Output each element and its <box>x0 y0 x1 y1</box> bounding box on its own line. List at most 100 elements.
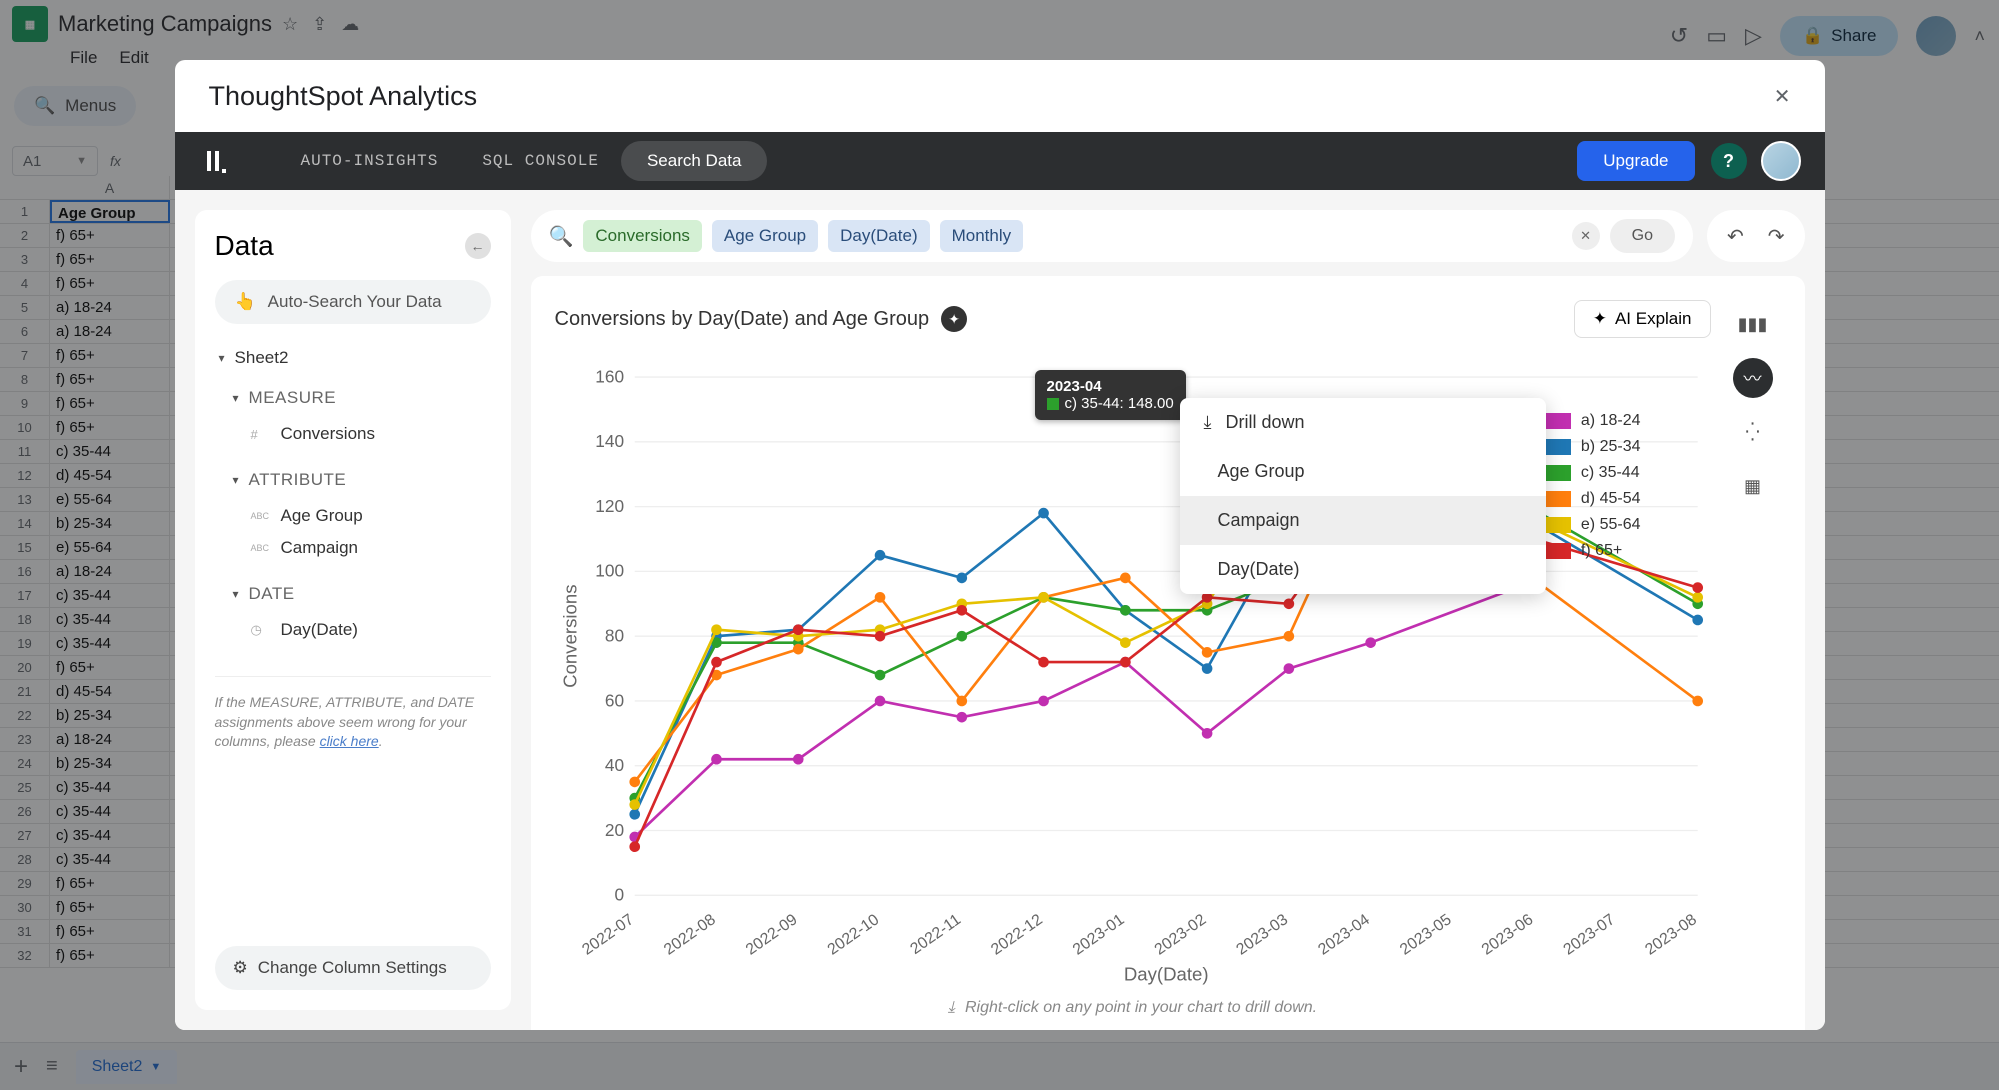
autosearch-button[interactable]: 👆 Auto-Search Your Data <box>215 280 491 324</box>
measure-label: MEASURE <box>249 388 337 408</box>
tree-sheet[interactable]: ▾ Sheet2 <box>215 338 491 378</box>
ctx-drill-down[interactable]: ⤓ Drill down <box>1180 398 1546 447</box>
chart-type-table-icon[interactable]: ▦ <box>1733 466 1773 506</box>
tooltip-value: c) 35-44: 148.00 <box>1047 395 1174 412</box>
nav-auto-insights[interactable]: AUTO-INSIGHTS <box>279 152 461 170</box>
ts-navbar: AUTO-INSIGHTS SQL CONSOLE Search Data Up… <box>175 132 1825 190</box>
close-icon[interactable]: ✕ <box>1774 84 1791 109</box>
chevron-down-icon: ▾ <box>233 473 239 487</box>
svg-text:2022-10: 2022-10 <box>824 911 882 959</box>
ctx-campaign[interactable]: Campaign <box>1180 496 1546 545</box>
tree-date-section[interactable]: ▾ DATE <box>215 574 491 614</box>
svg-text:160: 160 <box>595 366 624 386</box>
go-button[interactable]: Go <box>1610 219 1675 253</box>
gear-icon: ⚙ <box>233 958 248 978</box>
nav-sql-console[interactable]: SQL CONSOLE <box>460 152 621 170</box>
column-settings-button[interactable]: ⚙ Change Column Settings <box>215 946 491 990</box>
attribute-campaign[interactable]: ABC Campaign <box>215 532 491 564</box>
attribute-age-group[interactable]: ABC Age Group <box>215 500 491 532</box>
attribute-item: Campaign <box>281 538 359 558</box>
pill-monthly[interactable]: Monthly <box>940 220 1024 252</box>
measure-conversions[interactable]: # Conversions <box>215 418 491 450</box>
svg-text:Conversions: Conversions <box>559 584 580 687</box>
nav-search-data[interactable]: Search Data <box>621 141 768 181</box>
chart-area[interactable]: 0204060801001201401602022-072022-082022-… <box>555 348 1711 991</box>
svg-text:2023-06: 2023-06 <box>1478 911 1536 959</box>
chart-container: Conversions by Day(Date) and Age Group ✦… <box>531 276 1805 1030</box>
pill-conversions[interactable]: Conversions <box>583 220 702 252</box>
svg-text:100: 100 <box>595 561 624 581</box>
undo-icon[interactable]: ↶ <box>1727 224 1744 249</box>
abc-icon: ABC <box>251 543 271 553</box>
measure-item: Conversions <box>281 424 376 444</box>
chart-type-rail: ▮▮▮ 〰 ⁛ ▦ <box>1725 300 1781 1025</box>
svg-text:0: 0 <box>614 885 624 905</box>
search-row: 🔍 Conversions Age Group Day(Date) Monthl… <box>531 210 1805 262</box>
star-button-icon[interactable]: ✦ <box>941 306 967 332</box>
svg-text:2022-09: 2022-09 <box>742 911 800 959</box>
context-menu: ⤓ Drill down Age Group Campaign Day(Date… <box>1180 398 1546 594</box>
svg-text:2023-01: 2023-01 <box>1069 911 1127 959</box>
date-label: DATE <box>249 584 295 604</box>
chart-type-bar-icon[interactable]: ▮▮▮ <box>1733 304 1773 344</box>
svg-text:20: 20 <box>604 820 623 840</box>
redo-icon[interactable]: ↷ <box>1768 224 1785 249</box>
chart-title: Conversions by Day(Date) and Age Group ✦ <box>555 306 968 332</box>
chart-type-scatter-icon[interactable]: ⁛ <box>1733 412 1773 452</box>
chevron-down-icon: ▾ <box>233 587 239 601</box>
cursor-icon: 👆 <box>235 292 256 312</box>
upgrade-button[interactable]: Upgrade <box>1577 141 1694 181</box>
data-panel: Data ← 👆 Auto-Search Your Data ▾ Sheet2 … <box>195 210 511 1010</box>
hint-text: If the MEASURE, ATTRIBUTE, and DATE assi… <box>215 676 491 752</box>
ai-explain-button[interactable]: ✦ AI Explain <box>1574 300 1711 338</box>
chart-type-line-icon[interactable]: 〰 <box>1733 358 1773 398</box>
search-icon: 🔍 <box>549 224 574 249</box>
svg-text:80: 80 <box>604 625 623 645</box>
hint-link[interactable]: click here <box>320 733 379 749</box>
download-icon: ⤓ <box>1204 412 1212 433</box>
modal-title: ThoughtSpot Analytics <box>209 81 478 112</box>
svg-text:140: 140 <box>595 431 624 451</box>
ctx-day-date[interactable]: Day(Date) <box>1180 545 1546 594</box>
svg-text:2023-05: 2023-05 <box>1397 911 1455 959</box>
ai-explain-label: AI Explain <box>1615 309 1692 329</box>
chart-tooltip: 2023-04 c) 35-44: 148.00 <box>1035 370 1186 420</box>
clock-icon: ◷ <box>251 622 271 638</box>
ts-logo-icon[interactable] <box>199 141 239 181</box>
svg-text:2023-03: 2023-03 <box>1233 911 1291 959</box>
svg-text:2022-08: 2022-08 <box>661 911 719 959</box>
svg-text:2022-11: 2022-11 <box>907 911 964 958</box>
date-item: Day(Date) <box>281 620 358 640</box>
pill-age-group[interactable]: Age Group <box>712 220 818 252</box>
workspace: Data ← 👆 Auto-Search Your Data ▾ Sheet2 … <box>175 190 1825 1030</box>
undo-redo-group: ↶ ↷ <box>1707 210 1805 262</box>
ctx-age-group[interactable]: Age Group <box>1180 447 1546 496</box>
tree-attribute-section[interactable]: ▾ ATTRIBUTE <box>215 460 491 500</box>
clear-search-icon[interactable]: ✕ <box>1572 222 1600 250</box>
thoughtspot-modal: ThoughtSpot Analytics ✕ AUTO-INSIGHTS SQ… <box>175 60 1825 1030</box>
attribute-label: ATTRIBUTE <box>249 470 347 490</box>
main-area: 🔍 Conversions Age Group Day(Date) Monthl… <box>531 210 1805 1010</box>
back-icon[interactable]: ← <box>465 233 491 259</box>
abc-icon: ABC <box>251 511 271 521</box>
svg-text:2022-12: 2022-12 <box>988 911 1046 959</box>
tree-measure-section[interactable]: ▾ MEASURE <box>215 378 491 418</box>
help-icon[interactable]: ? <box>1711 143 1747 179</box>
svg-text:2023-02: 2023-02 <box>1151 911 1209 959</box>
attribute-item: Age Group <box>281 506 363 526</box>
download-icon: ⤓ <box>948 999 955 1017</box>
pill-day-date[interactable]: Day(Date) <box>828 220 929 252</box>
date-day[interactable]: ◷ Day(Date) <box>215 614 491 646</box>
chevron-down-icon: ▾ <box>233 391 239 405</box>
modal-overlay: ThoughtSpot Analytics ✕ AUTO-INSIGHTS SQ… <box>0 0 1999 1090</box>
svg-text:2023-07: 2023-07 <box>1560 911 1618 959</box>
ts-user-avatar[interactable] <box>1761 141 1801 181</box>
drill-hint: ⤓ Right-click on any point in your chart… <box>555 991 1711 1025</box>
sparkle-icon: ✦ <box>1593 309 1607 329</box>
svg-text:40: 40 <box>604 755 623 775</box>
svg-text:2023-04: 2023-04 <box>1315 911 1373 959</box>
svg-text:120: 120 <box>595 496 624 516</box>
modal-header: ThoughtSpot Analytics ✕ <box>175 60 1825 132</box>
svg-text:2022-07: 2022-07 <box>579 911 637 959</box>
search-bar[interactable]: 🔍 Conversions Age Group Day(Date) Monthl… <box>531 210 1693 262</box>
